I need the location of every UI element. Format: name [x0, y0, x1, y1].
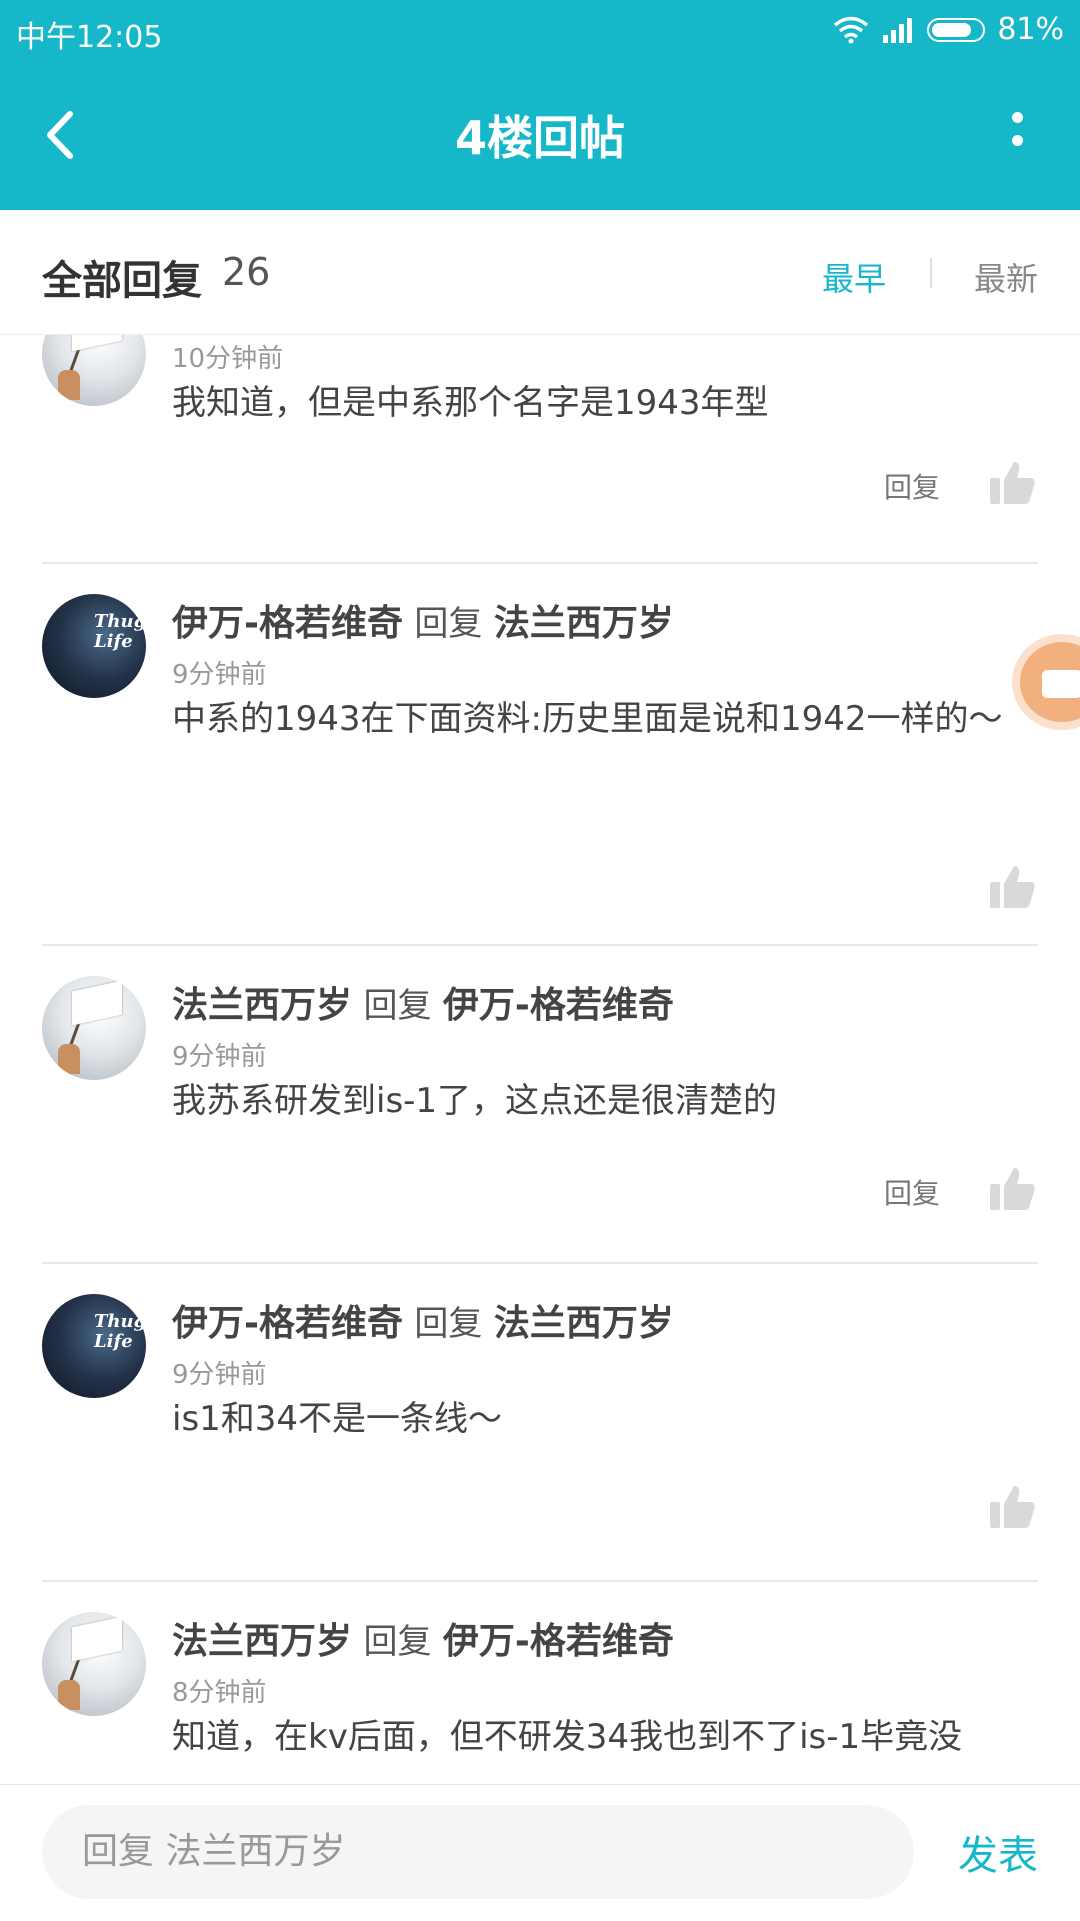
reply-count: 26 — [222, 250, 271, 294]
wifi-icon — [834, 16, 869, 43]
comment-time: 9分钟前 — [172, 1360, 267, 1390]
battery-fill — [932, 22, 972, 37]
divider — [42, 944, 1038, 946]
comment-author[interactable]: 伊万-格若维奇 — [172, 1303, 403, 1344]
avatar[interactable]: Thug Life — [42, 594, 146, 698]
bottom-reply-bar: 回复 法兰西万岁 发表 — [0, 1784, 1080, 1921]
publish-button[interactable]: 发表 — [958, 1823, 1038, 1881]
comment-list: 10分钟前 我知道，但是中系那个名字是1943年型 回复 Thug Life 伊万… — [0, 334, 1080, 1784]
all-replies-label: 全部回复 — [42, 258, 202, 304]
status-time: 中午12:05 — [16, 20, 163, 55]
comment-content: is1和34不是一条线～ — [172, 1399, 503, 1439]
replies-header: 全部回复 26 最早 最新 — [0, 210, 1080, 335]
comment-author[interactable]: 法兰西万岁 — [172, 985, 352, 1026]
thumbs-up-icon[interactable] — [990, 1484, 1036, 1528]
divider — [42, 1580, 1038, 1582]
reply-word: 回复 — [363, 1622, 432, 1662]
comment-content: 中系的1943在下面资料:历史里面是说和1942一样的～ — [172, 699, 1003, 739]
reply-word: 回复 — [414, 1304, 483, 1344]
thumbs-up-icon[interactable] — [990, 460, 1036, 504]
more-vertical-icon[interactable] — [1002, 100, 1032, 170]
comment-time: 9分钟前 — [172, 1042, 267, 1072]
comment-content: 我知道，但是中系那个名字是1943年型 — [172, 383, 769, 423]
battery-icon — [927, 17, 986, 42]
reply-target[interactable]: 法兰西万岁 — [494, 1303, 674, 1344]
comment-header: 法兰西万岁 回复 伊万-格若维奇 — [172, 1612, 674, 1664]
reply-word: 回复 — [414, 604, 483, 644]
reply-target[interactable]: 伊万-格若维奇 — [443, 985, 674, 1026]
comment-author[interactable]: 法兰西万岁 — [172, 1621, 352, 1662]
page-title: 4楼回帖 — [454, 111, 625, 165]
video-camera-icon — [1042, 670, 1080, 698]
comment-time: 9分钟前 — [172, 660, 267, 690]
avatar[interactable] — [42, 976, 146, 1080]
comment-time: 8分钟前 — [172, 1678, 267, 1708]
divider — [42, 562, 1038, 564]
status-bar: 中午12:05 81% — [0, 0, 1080, 60]
status-icons: 81% — [833, 12, 1064, 47]
avatar[interactable] — [42, 334, 146, 406]
signal-icon — [883, 17, 913, 43]
reply-button[interactable]: 回复 — [884, 1172, 940, 1212]
comment-time: 10分钟前 — [172, 344, 284, 374]
comment-header: 法兰西万岁 回复 伊万-格若维奇 — [172, 976, 674, 1028]
comment-author[interactable]: 伊万-格若维奇 — [172, 603, 403, 644]
avatar[interactable]: Thug Life — [42, 1294, 146, 1398]
sort-earliest-tab[interactable]: 最早 — [822, 254, 886, 300]
battery-percent: 81% — [997, 12, 1064, 47]
comment-content: 知道，在kv后面，但不研发34我也到不了is-1毕竟没 — [172, 1717, 963, 1757]
reply-button[interactable]: 回复 — [884, 466, 940, 506]
comment-header: 伊万-格若维奇 回复 法兰西万岁 — [172, 1294, 674, 1346]
avatar[interactable] — [42, 1612, 146, 1716]
reply-word: 回复 — [363, 986, 432, 1026]
app-bar: 4楼回帖 — [0, 60, 1080, 210]
sort-divider — [930, 258, 932, 288]
comment-content: 我苏系研发到is-1了，这点还是很清楚的 — [172, 1081, 778, 1121]
comment-header: 伊万-格若维奇 回复 法兰西万岁 — [172, 594, 674, 646]
reply-target[interactable]: 法兰西万岁 — [494, 603, 674, 644]
reply-input[interactable]: 回复 法兰西万岁 — [42, 1805, 914, 1899]
thumbs-up-icon[interactable] — [990, 864, 1036, 908]
divider — [42, 1262, 1038, 1264]
reply-target[interactable]: 伊万-格若维奇 — [443, 1621, 674, 1662]
thumbs-up-icon[interactable] — [990, 1166, 1036, 1210]
sort-latest-tab[interactable]: 最新 — [974, 254, 1038, 300]
